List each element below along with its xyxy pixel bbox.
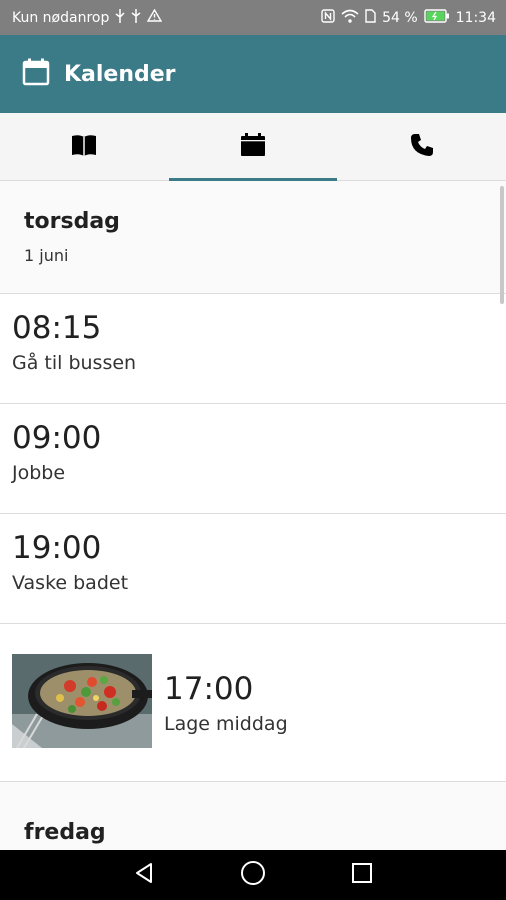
tab-calendar[interactable] [168, 113, 338, 181]
phone-icon [410, 133, 434, 161]
event-time: 09:00 [12, 420, 102, 456]
day-name: torsdag [24, 209, 120, 234]
status-bar: Kun nødanrop 54 % 11:34 [0, 0, 506, 35]
calendar-icon [22, 58, 50, 90]
tab-bar [0, 113, 506, 181]
tab-book[interactable] [0, 113, 169, 180]
event-label: Gå til bussen [12, 352, 137, 374]
list-item[interactable]: 19:00 Vaske badet [0, 514, 506, 624]
wifi-icon [341, 9, 359, 27]
event-time: 08:15 [12, 310, 102, 346]
calendar-icon [240, 132, 266, 161]
list-item[interactable]: 17:00 Lage middag [0, 624, 506, 782]
event-time: 17:00 [164, 670, 254, 707]
battery-percent: 54 % [382, 9, 418, 26]
day-name: fredag [24, 820, 106, 845]
list-item[interactable]: 09:00 Jobbe [0, 404, 506, 514]
clock-time: 11:34 [455, 9, 496, 26]
battery-icon [423, 8, 450, 27]
event-label: Lage middag [164, 712, 288, 735]
list-item[interactable]: 08:15 Gå til bussen [0, 294, 506, 404]
day-header: torsdag 1 juni [0, 181, 506, 294]
recents-icon[interactable] [351, 862, 373, 888]
scrollbar[interactable] [500, 186, 504, 304]
event-label: Jobbe [12, 462, 66, 484]
sim-icon [365, 8, 376, 27]
tab-phone[interactable] [337, 113, 506, 180]
nfc-icon [321, 8, 335, 27]
usb-debug-icon [131, 8, 141, 27]
app-bar: Kalender [0, 35, 506, 113]
book-icon [71, 134, 97, 160]
back-icon[interactable] [133, 862, 155, 888]
home-icon[interactable] [240, 860, 266, 890]
day-date: 1 juni [24, 246, 69, 265]
event-image [12, 653, 152, 752]
event-list[interactable]: torsdag 1 juni 08:15 Gå til bussen 09:00… [0, 181, 506, 850]
carrier-text: Kun nødanrop [12, 9, 110, 26]
warning-icon [147, 8, 163, 26]
usb-icon [115, 8, 125, 27]
event-time: 19:00 [12, 530, 102, 566]
app-title: Kalender [64, 61, 176, 87]
event-label: Vaske badet [12, 572, 129, 594]
system-nav-bar [0, 850, 506, 900]
day-header: fredag [0, 782, 506, 850]
